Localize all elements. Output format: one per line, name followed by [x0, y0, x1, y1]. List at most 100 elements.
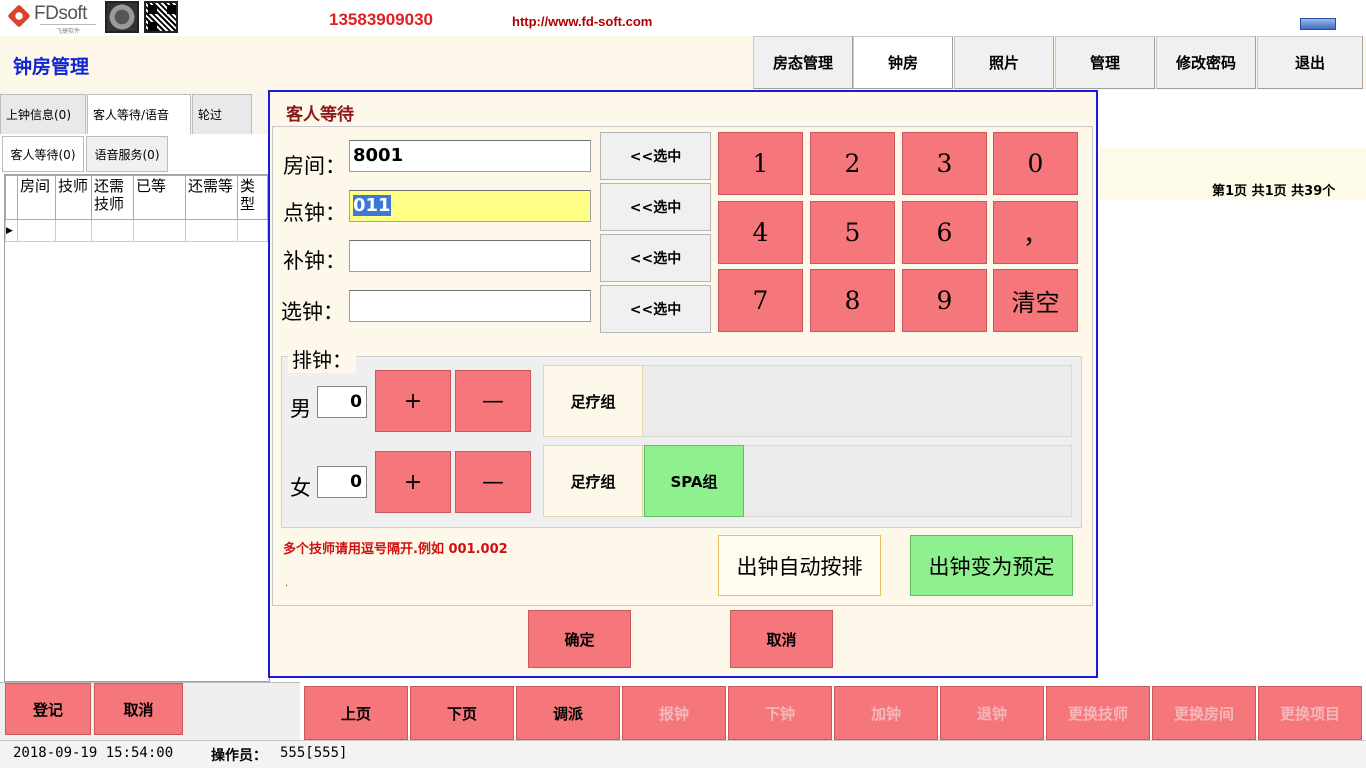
change-technician-button[interactable]: 更换技师: [1046, 686, 1150, 740]
table-cell[interactable]: [185, 219, 238, 242]
keypad-key-4[interactable]: 4: [718, 201, 803, 264]
nav-manage[interactable]: 管理: [1055, 36, 1155, 89]
page-title: 钟房管理: [13, 56, 90, 78]
dialog-title: 客人等待: [286, 105, 354, 125]
nav-change-password[interactable]: 修改密码: [1156, 36, 1256, 89]
nav-room-status[interactable]: 房态管理: [753, 36, 853, 89]
choose-clock-field[interactable]: [349, 290, 591, 322]
keypad-key-2[interactable]: 2: [810, 132, 895, 195]
keypad-key-1[interactable]: 1: [718, 132, 803, 195]
fdsoft-logo: FDsoft 飞捷软件: [6, 3, 98, 35]
top-header: [0, 0, 1366, 36]
change-to-reservation-button[interactable]: 出钟变为预定: [910, 535, 1073, 596]
waiting-table: 房间 技师 还需技师 已等 还需等 类型 ▶: [4, 174, 270, 682]
table-header-row: 房间 技师 还需技师 已等 还需等 类型: [5, 175, 268, 220]
keypad-key-6[interactable]: 6: [902, 201, 987, 264]
female-group-foot-therapy[interactable]: 足疗组: [543, 445, 643, 517]
point-clock-value: 011: [353, 195, 391, 216]
column-header[interactable]: 技师: [55, 175, 92, 220]
cancel-clock-button[interactable]: 退钟: [940, 686, 1044, 740]
subtab-voice-service[interactable]: 语音服务(0): [86, 136, 168, 172]
add-clock-field[interactable]: [349, 240, 591, 272]
male-group-foot-therapy[interactable]: 足疗组: [543, 365, 643, 437]
hint-dot: .: [285, 578, 289, 589]
table-cell[interactable]: [17, 219, 56, 242]
female-plus-button[interactable]: +: [375, 451, 451, 513]
dialog-ok-button[interactable]: 确定: [528, 610, 631, 668]
add-clock-label: 补钟：: [283, 249, 346, 273]
female-count-input[interactable]: 0: [317, 466, 367, 498]
tab-guest-waiting-voice[interactable]: 客人等待/语音: [87, 94, 191, 134]
website-url: http://www.fd-soft.com: [512, 14, 653, 29]
row-pointer-icon: ▶: [5, 219, 18, 242]
keypad-key-comma[interactable]: ，: [993, 201, 1078, 264]
end-clock-button[interactable]: 下钟: [728, 686, 832, 740]
tab-passed[interactable]: 轮过: [192, 94, 252, 134]
schedule-label: 排钟：: [288, 344, 356, 373]
select-room-button[interactable]: <<选中: [600, 132, 711, 180]
male-label: 男: [290, 397, 311, 421]
point-clock-field[interactable]: 011: [349, 190, 591, 222]
status-datetime: 2018-09-19 15:54:00: [13, 745, 174, 761]
column-header[interactable]: 还需技师: [91, 175, 134, 220]
female-minus-button[interactable]: —: [455, 451, 531, 513]
dialog-cancel-button[interactable]: 取消: [730, 610, 833, 668]
qr-code-icon: [144, 1, 178, 33]
subtab-guest-waiting[interactable]: 客人等待(0): [2, 136, 84, 172]
table-cell[interactable]: [133, 219, 186, 242]
row-selector-header: [5, 175, 18, 220]
waiting-grid: 房间 技师 还需技师 已等 还需等 类型 ▶: [5, 175, 268, 242]
status-operator-label: 操作员：: [211, 748, 267, 764]
avatar-qr-icon: [105, 1, 139, 33]
technician-hint: 多个技师请用逗号隔开.例如 001.002: [283, 542, 508, 557]
keypad-key-0[interactable]: 0: [993, 132, 1078, 195]
keypad-key-9[interactable]: 9: [902, 269, 987, 332]
tab-clock-info[interactable]: 上钟信息(0): [0, 94, 86, 134]
left-cancel-button[interactable]: 取消: [94, 683, 183, 735]
window-minimize-button[interactable]: [1300, 18, 1336, 30]
male-plus-button[interactable]: +: [375, 370, 451, 432]
dispatch-button[interactable]: 调派: [516, 686, 620, 740]
pagination-info: 第1页 共1页 共39个: [1212, 184, 1336, 199]
change-room-button[interactable]: 更换房间: [1152, 686, 1256, 740]
nav-photos[interactable]: 照片: [954, 36, 1054, 89]
female-group-spa[interactable]: SPA组: [644, 445, 744, 517]
column-header[interactable]: 房间: [17, 175, 56, 220]
keypad-key-7[interactable]: 7: [718, 269, 803, 332]
auto-arrange-button[interactable]: 出钟自动按排: [718, 535, 881, 596]
logo-text: FDsoft: [34, 3, 87, 24]
select-add-clock-button[interactable]: <<选中: [600, 234, 711, 282]
room-field[interactable]: 8001: [349, 140, 591, 172]
male-minus-button[interactable]: —: [455, 370, 531, 432]
register-button[interactable]: 登记: [5, 683, 91, 735]
keypad-key-5[interactable]: 5: [810, 201, 895, 264]
table-cell[interactable]: [91, 219, 134, 242]
room-value: 8001: [353, 145, 404, 166]
logo-subtext: 飞捷软件: [40, 24, 96, 35]
male-count-input[interactable]: 0: [317, 386, 367, 418]
add-clock-button[interactable]: 加钟: [834, 686, 938, 740]
prev-page-button[interactable]: 上页: [304, 686, 408, 740]
column-header[interactable]: 还需等: [185, 175, 238, 220]
keypad-key-8[interactable]: 8: [810, 269, 895, 332]
nav-exit[interactable]: 退出: [1257, 36, 1363, 89]
table-row[interactable]: ▶: [5, 219, 268, 242]
select-point-clock-button[interactable]: <<选中: [600, 183, 711, 231]
column-header[interactable]: 类型: [237, 175, 268, 220]
room-label: 房间：: [283, 154, 346, 178]
logo-mark-icon: [7, 4, 31, 28]
point-clock-label: 点钟：: [283, 201, 346, 225]
select-choose-clock-button[interactable]: <<选中: [600, 285, 711, 333]
column-header[interactable]: 已等: [133, 175, 186, 220]
nav-clock-room[interactable]: 钟房: [853, 36, 953, 89]
keypad-key-3[interactable]: 3: [902, 132, 987, 195]
report-clock-button[interactable]: 报钟: [622, 686, 726, 740]
table-cell[interactable]: [237, 219, 268, 242]
contact-phone: 13583909030: [329, 10, 434, 29]
status-operator: 555[555]: [280, 745, 348, 761]
next-page-button[interactable]: 下页: [410, 686, 514, 740]
table-cell[interactable]: [55, 219, 92, 242]
keypad-clear-button[interactable]: 清空: [993, 269, 1078, 332]
change-item-button[interactable]: 更换项目: [1258, 686, 1362, 740]
female-label: 女: [290, 476, 311, 500]
